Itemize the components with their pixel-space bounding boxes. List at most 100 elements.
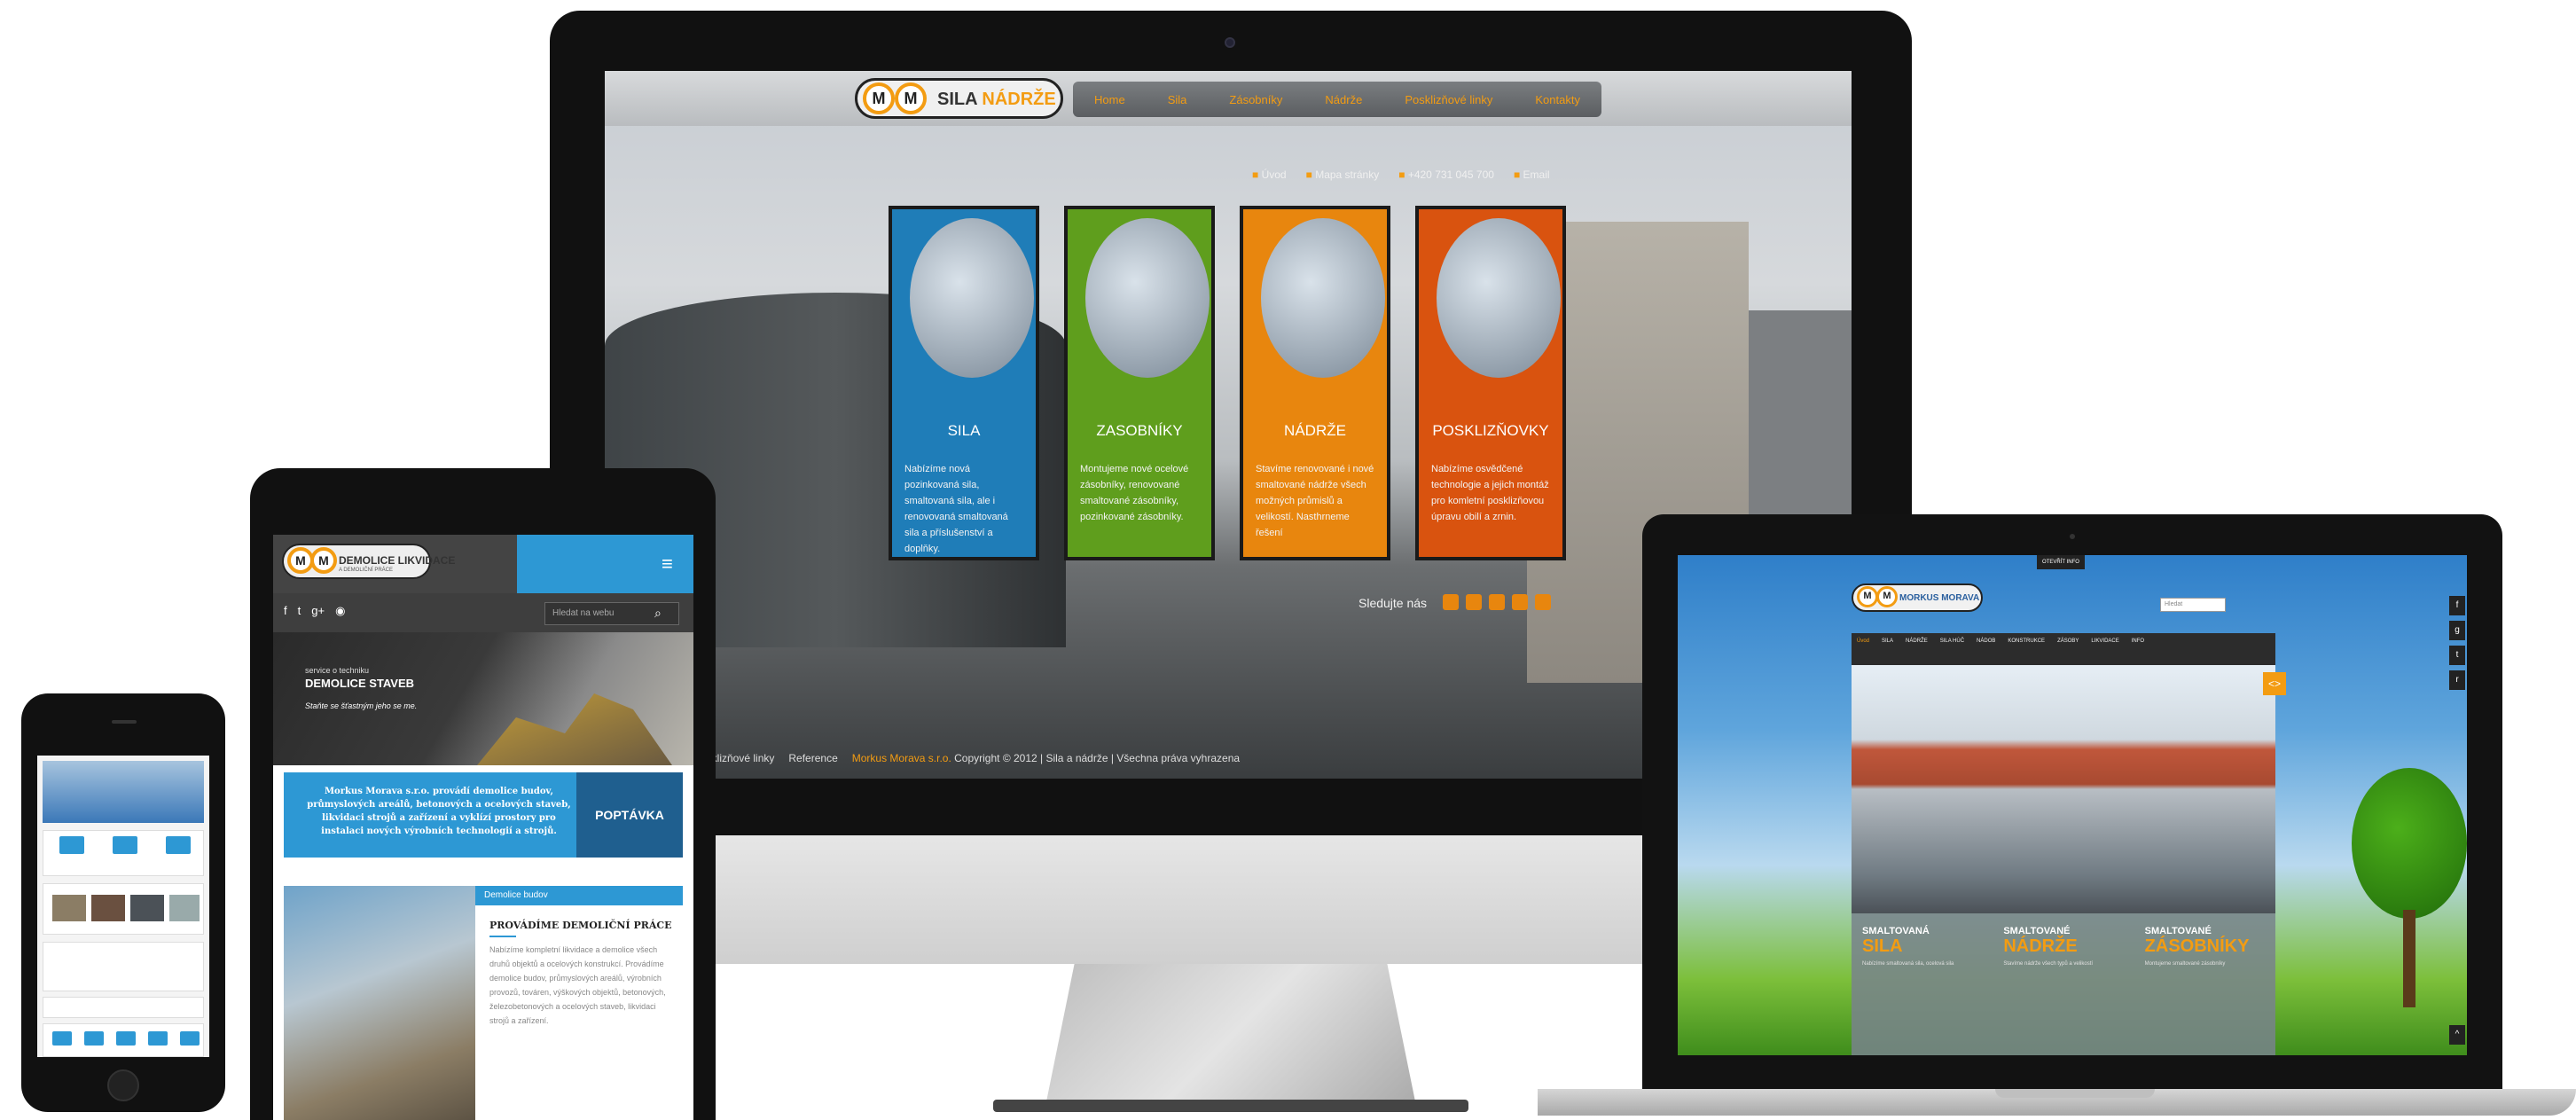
nav-item[interactable]: ZÁSOBY xyxy=(2057,638,2079,660)
gallery-thumb[interactable] xyxy=(91,895,125,921)
feature-icon[interactable] xyxy=(113,836,137,854)
imac-stand xyxy=(1045,964,1417,1110)
footer-copyright: Copyright © 2012 | Sila a nádrže | Všech… xyxy=(954,752,1241,764)
twitter-icon[interactable]: t xyxy=(298,604,301,618)
article-tag[interactable]: Demolice budov xyxy=(475,886,683,905)
hero-title: DEMOLICE STAVEB xyxy=(305,677,415,690)
link-sitemap[interactable]: Mapa stránky xyxy=(1306,168,1379,181)
menu-item-nadrze[interactable]: Nádrže xyxy=(1325,93,1362,106)
tablet-hero: service o techniku DEMOLICE STAVEB Staňt… xyxy=(273,632,693,765)
box-text: Montujeme smaltované zásobníky xyxy=(2144,961,2226,967)
laptop-notch xyxy=(1995,1089,2155,1098)
responsive-devices-mockup: M M SILA NÁDRŽE Home Sila Zásobníky Nádr… xyxy=(0,0,2576,1120)
poptavka-button[interactable]: POPTÁVKA xyxy=(576,772,683,858)
facebook-icon[interactable]: f xyxy=(2449,596,2465,615)
scroll-top-icon[interactable]: ^ xyxy=(2449,1025,2465,1045)
card-posklizovky[interactable]: POSKLIZŇOVKY Nabízíme osvědčené technolo… xyxy=(1415,206,1566,560)
link-email[interactable]: Email xyxy=(1514,168,1550,181)
feature-icon[interactable] xyxy=(180,1031,200,1046)
box-text: Nabízíme smaltovaná sila, ocelová sila xyxy=(1862,961,1954,967)
google-plus-icon[interactable]: g+ xyxy=(311,604,325,618)
box-nadrze[interactable]: SMALTOVANÉ NÁDRŽE Stavíme nádrže všech t… xyxy=(1993,913,2134,1055)
box-zasobniky[interactable]: SMALTOVANÉ ZÁSOBNÍKY Montujeme smaltovan… xyxy=(2134,913,2275,1055)
info-tab[interactable]: OTEVŘÍT INFO xyxy=(2037,555,2085,569)
heading-underline xyxy=(489,936,516,937)
top-links: Úvod Mapa stránky +420 731 045 700 Email xyxy=(1252,168,1550,181)
nav-item[interactable]: LIKVIDACE xyxy=(2091,638,2118,660)
feature-icon[interactable] xyxy=(52,1031,72,1046)
article-text: Nabízíme kompletní likvidace a demolice … xyxy=(489,945,666,1025)
card-title: NÁDRŽE xyxy=(1284,422,1346,439)
gallery-thumb[interactable] xyxy=(52,895,86,921)
imac-camera xyxy=(1225,37,1235,48)
google-plus-icon[interactable]: g xyxy=(2449,621,2465,640)
laptop-search-input[interactable]: Hledat xyxy=(2160,598,2226,612)
card-nadrze[interactable]: NÁDRŽE Stavíme renovované i nové smaltov… xyxy=(1240,206,1390,560)
feature-icon[interactable] xyxy=(116,1031,136,1046)
facebook-icon[interactable] xyxy=(1466,594,1482,610)
rss-icon[interactable]: r xyxy=(2449,670,2465,690)
rss-icon[interactable] xyxy=(1443,594,1459,610)
tablet-social-bar: f t g+ ◉ Hledat na webu ⌕ xyxy=(273,593,693,632)
link-phone[interactable]: +420 731 045 700 xyxy=(1398,168,1494,181)
menu-item-kontakty[interactable]: Kontakty xyxy=(1535,93,1580,106)
footer-bar: Posklizňové linky Reference Morkus Morav… xyxy=(693,752,1240,764)
nav-item[interactable]: INFO xyxy=(2132,638,2144,660)
menu-item-home[interactable]: Home xyxy=(1094,93,1125,106)
demolice-logo[interactable]: M M DEMOLICE LIKVIDACE A DEMOLIČNÍ PRÁCE xyxy=(282,544,455,579)
twitter-icon[interactable] xyxy=(1489,594,1505,610)
side-social: f g t r xyxy=(2449,596,2465,690)
social-icons xyxy=(1443,594,1551,610)
logo-subtext: A DEMOLIČNÍ PRÁCE xyxy=(339,568,394,573)
company-building-photo xyxy=(1852,665,2275,913)
tablet-header: M M DEMOLICE LIKVIDACE A DEMOLIČNÍ PRÁCE… xyxy=(273,535,693,593)
feature-icon[interactable] xyxy=(59,836,84,854)
zasobniky-image xyxy=(1085,218,1210,378)
skype-icon[interactable] xyxy=(1535,594,1551,610)
site-header: M M SILA NÁDRŽE Home Sila Zásobníky Nádr… xyxy=(605,71,1852,126)
morkus-logo[interactable]: M M MORKUS MORAVA xyxy=(1852,583,1983,612)
excavator-image xyxy=(477,693,672,765)
box-big-title: SILA xyxy=(1862,936,1903,956)
youtube-icon[interactable] xyxy=(1512,594,1528,610)
footer-company[interactable]: Morkus Morava s.r.o. xyxy=(852,752,951,764)
menu-item-sila[interactable]: Sila xyxy=(1168,93,1187,106)
nav-item[interactable]: SILA HÚČ xyxy=(1940,638,1964,660)
feature-icon[interactable] xyxy=(148,1031,168,1046)
search-icon[interactable]: ⌕ xyxy=(654,606,662,621)
pinterest-icon[interactable]: ◉ xyxy=(335,604,345,618)
social-icons: f t g+ ◉ xyxy=(284,604,345,618)
feature-icon[interactable] xyxy=(84,1031,104,1046)
slider-arrow-icon[interactable]: <> xyxy=(2263,672,2286,695)
feature-icon[interactable] xyxy=(166,836,191,854)
hero-cta[interactable]: Staňte se šťastným jeho se me. xyxy=(305,701,417,710)
phone-home-button[interactable] xyxy=(107,1069,139,1101)
laptop-nav: Úvod SILA NÁDRŽE SILA HÚČ NÁDOB KONSTRUK… xyxy=(1852,633,2275,665)
phone-gallery-row xyxy=(43,883,204,935)
link-home[interactable]: Úvod xyxy=(1252,168,1287,181)
nav-item[interactable]: NÁDOB xyxy=(1977,638,1995,660)
tree-trunk xyxy=(2403,910,2415,1007)
nadrze-image xyxy=(1261,218,1385,378)
nav-item[interactable]: SILA xyxy=(1882,638,1893,660)
hamburger-icon[interactable]: ≡ xyxy=(662,552,673,576)
nav-item[interactable]: Úvod xyxy=(1857,638,1869,660)
box-sila[interactable]: SMALTOVANÁ SILA Nabízíme smaltovaná sila… xyxy=(1852,913,1993,1055)
facebook-icon[interactable]: f xyxy=(284,604,287,618)
logo-ring-icon: M xyxy=(895,82,927,114)
gallery-thumb[interactable] xyxy=(169,895,200,921)
menu-item-posklizne[interactable]: Posklizňové linky xyxy=(1405,93,1492,106)
nav-item[interactable]: KONSTRUKCE xyxy=(2008,638,2045,660)
card-zasobniky[interactable]: ZASOBNÍKY Montujeme nové ocelové zásobní… xyxy=(1064,206,1215,560)
sila-logo[interactable]: M M SILA NÁDRŽE xyxy=(855,78,1063,119)
intro-banner: Morkus Morava s.r.o. provádí demolice bu… xyxy=(284,772,683,858)
menu-item-zasobniky[interactable]: Zásobníky xyxy=(1229,93,1282,106)
nav-item[interactable]: NÁDRŽE xyxy=(1906,638,1928,660)
follow-label: Sledujte nás xyxy=(1358,596,1428,610)
gallery-thumb[interactable] xyxy=(130,895,164,921)
footer-link-reference[interactable]: Reference xyxy=(788,752,837,764)
tablet-screen: M M DEMOLICE LIKVIDACE A DEMOLIČNÍ PRÁCE… xyxy=(273,535,693,1120)
card-sila[interactable]: SILA Nabízíme nová pozinkovaná sila, sma… xyxy=(889,206,1039,560)
twitter-icon[interactable]: t xyxy=(2449,646,2465,665)
card-text: Nabízíme nová pozinkovaná sila, smaltova… xyxy=(904,464,1008,554)
